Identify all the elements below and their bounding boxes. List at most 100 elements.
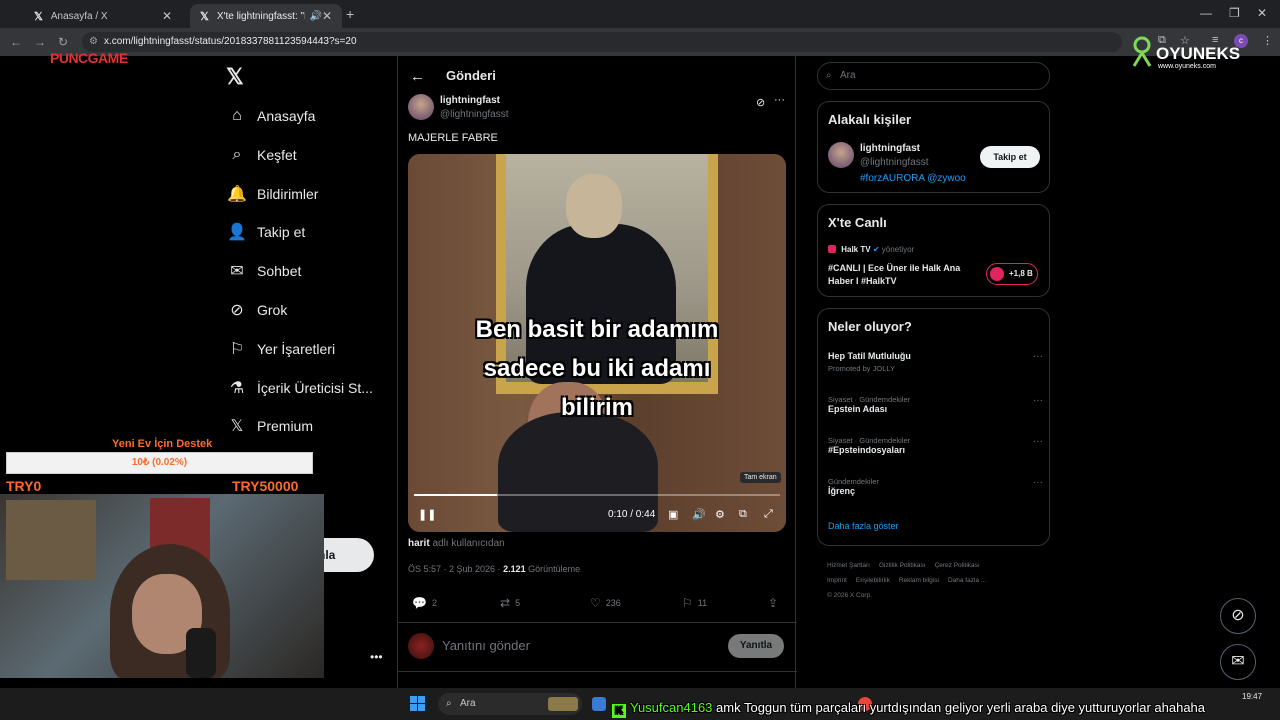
x-logo-icon[interactable]: 𝕏 <box>226 64 244 90</box>
trend-more-icon[interactable]: ··· <box>1033 395 1043 406</box>
trend-item[interactable]: Siyaset · Gündemdekiler #Epsteindosyalar… <box>828 436 1043 458</box>
caption-line: Ben basit bir adamım <box>475 316 719 343</box>
settings-icon[interactable]: ⚙ <box>715 508 725 521</box>
search-input[interactable]: ⌕ Ara <box>817 62 1050 90</box>
tab-status[interactable]: 𝕏 X'te lightningfasst: "MAJERL 🔊 ✕ <box>190 4 342 28</box>
donation-progress-text: 10₺ (0.02%) <box>131 457 188 468</box>
card-title: Neler oluyor? <box>828 319 912 334</box>
nav-item[interactable]: 🔔 Bildirimler <box>226 180 318 208</box>
show-more-link[interactable]: Daha fazla göster <box>828 521 899 531</box>
footer-link[interactable]: Imprint <box>827 577 847 584</box>
back-arrow-icon[interactable]: ← <box>410 68 425 85</box>
site-info-icon[interactable]: ⚙ <box>89 32 98 52</box>
video-player[interactable]: Ben basit bir adamım sadece bu iki adamı… <box>408 154 786 532</box>
captions-icon[interactable]: ▣ <box>668 508 678 521</box>
author-name[interactable]: lightningfast <box>440 95 500 106</box>
fullscreen-icon[interactable]: ⤢ <box>764 508 773 521</box>
nav-item[interactable]: 👤 Takip et <box>226 218 305 246</box>
nav-item[interactable]: ⊘ Grok <box>226 296 287 324</box>
share-button[interactable]: ⇪ <box>768 596 783 610</box>
person-handle[interactable]: @lightningfasst <box>860 157 929 168</box>
live-headline[interactable]: #CANLI | Ece Üner ile Halk Ana Haber I #… <box>828 262 968 288</box>
footer-link[interactable]: Daha fazla ... <box>948 577 986 584</box>
speaker-icon[interactable]: 🔊 <box>309 11 321 22</box>
close-tab-icon[interactable]: ✕ <box>162 9 172 23</box>
reply-button[interactable]: 💬 2 <box>412 596 437 610</box>
author-avatar[interactable] <box>408 94 434 120</box>
nav-item[interactable]: ⌂ Anasayfa <box>226 102 315 130</box>
maximize-icon[interactable]: ❐ <box>1229 6 1240 20</box>
reply-input[interactable]: Yanıtını gönder <box>442 638 530 653</box>
footer-link[interactable]: Hizmet Şartları <box>827 562 870 569</box>
menu-icon[interactable]: ⋮ <box>1262 34 1273 47</box>
url-field[interactable]: ⚙ x.com/lightningfasst/status/2018337881… <box>82 32 1122 52</box>
author-handle[interactable]: @lightningfasst <box>440 109 509 120</box>
stream-logo-left: PUNCGAME <box>50 50 128 66</box>
window-close-icon[interactable]: ✕ <box>1257 6 1267 20</box>
live-source[interactable]: Halk TV ✔ yönetiyor <box>828 245 914 254</box>
trend-item[interactable]: Hep Tatil Mutluluğu Promoted by JOLLY ··… <box>828 351 1043 373</box>
footer-link[interactable]: Gizlilik Politikası <box>879 562 926 569</box>
view-label: Görüntüleme <box>528 564 581 574</box>
minimize-icon[interactable]: — <box>1200 6 1212 20</box>
nav-item[interactable]: 𝕏 Premium <box>226 412 313 440</box>
repost-icon: ⇄ <box>500 596 511 610</box>
nav-item[interactable]: ⌕ Keşfet <box>226 141 297 169</box>
tab-home[interactable]: 𝕏 Anasayfa / X ✕ <box>24 4 182 28</box>
person-bio[interactable]: #forzAURORA @zywoo <box>860 173 966 184</box>
source-user[interactable]: harit <box>408 538 430 549</box>
nav-item[interactable]: ⚐ Yer İşaretleri <box>226 335 335 363</box>
pip-icon[interactable]: ⧉ <box>739 508 747 521</box>
reload-icon[interactable]: ↻ <box>58 35 68 49</box>
close-tab-icon[interactable]: ✕ <box>322 9 332 23</box>
more-icon[interactable]: ··· <box>774 94 785 106</box>
footer-link[interactable]: Erişilebilirlik <box>856 577 890 584</box>
video-progress-bar[interactable] <box>414 494 780 496</box>
footer-link[interactable]: Çerez Politikası <box>935 562 980 569</box>
person-avatar[interactable] <box>828 142 854 168</box>
wall-poster <box>6 500 96 580</box>
person-name[interactable]: lightningfast <box>860 143 920 154</box>
more-options-icon[interactable]: ••• <box>370 650 383 664</box>
trend-item[interactable]: Gündemdekiler İğrenç ··· <box>828 477 1043 499</box>
repost-button[interactable]: ⇄ 5 <box>500 596 520 610</box>
post-timestamp[interactable]: ÖS 5:57 · 2 Şub 2026 · <box>408 564 501 574</box>
trend-more-icon[interactable]: ··· <box>1033 436 1043 447</box>
forward-icon[interactable]: → <box>34 35 46 49</box>
search-icon: ⌕ <box>826 70 832 81</box>
halk-tv-logo-icon <box>828 245 836 253</box>
flask-icon: ⚗ <box>229 380 245 397</box>
nav-item[interactable]: ⚗ İçerik Üreticisi St... <box>226 374 373 402</box>
search-placeholder: Ara <box>840 70 856 81</box>
trend-more-icon[interactable]: ··· <box>1033 351 1043 362</box>
like-button[interactable]: ♡ 236 <box>590 596 621 610</box>
nav-item-label: Anasayfa <box>257 108 316 124</box>
grok-icon[interactable]: ⊘ <box>756 96 765 109</box>
bookmark-button[interactable]: ⚐ 11 <box>682 596 707 610</box>
share-icon: ⇪ <box>768 596 779 610</box>
user-avatar[interactable] <box>408 633 434 659</box>
follow-button[interactable]: Takip et <box>980 146 1040 168</box>
card-title: Alakalı kişiler <box>828 112 912 127</box>
video-caption: Ben basit bir adamım sadece bu iki adamı… <box>408 310 786 427</box>
follow-icon: 👤 <box>227 224 247 241</box>
grok-float-button[interactable]: ⊘ <box>1220 598 1256 634</box>
reply-submit-button[interactable]: Yanıtla <box>728 634 784 658</box>
clock[interactable]: 19:47 <box>1242 692 1262 701</box>
footer-link[interactable]: Reklam bilgisi <box>899 577 939 584</box>
back-icon[interactable]: ← <box>10 35 22 49</box>
stream-chat-message: K Yusufcan4163 amk Toggun tüm parçaları y… <box>612 700 1205 718</box>
weather-icon[interactable] <box>548 697 578 711</box>
volume-icon[interactable]: 🔊 <box>692 508 706 521</box>
pause-icon[interactable]: ❚❚ <box>418 508 436 521</box>
new-tab-icon[interactable]: + <box>346 6 354 22</box>
nav-item[interactable]: ✉ Sohbet <box>226 257 301 285</box>
messages-float-button[interactable]: ✉ <box>1220 644 1256 680</box>
trend-more-icon[interactable]: ··· <box>1033 477 1043 488</box>
footer-link[interactable]: © 2026 X Corp. <box>827 592 872 599</box>
app-icon[interactable] <box>592 697 606 711</box>
trend-item[interactable]: Siyaset · Gündemdekiler Epstein Adası ··… <box>828 395 1043 417</box>
windows-start-icon[interactable] <box>410 696 426 712</box>
donation-title: Yeni Ev İçin Destek <box>112 438 213 450</box>
live-listeners-badge[interactable]: +1,8 B <box>986 263 1038 285</box>
